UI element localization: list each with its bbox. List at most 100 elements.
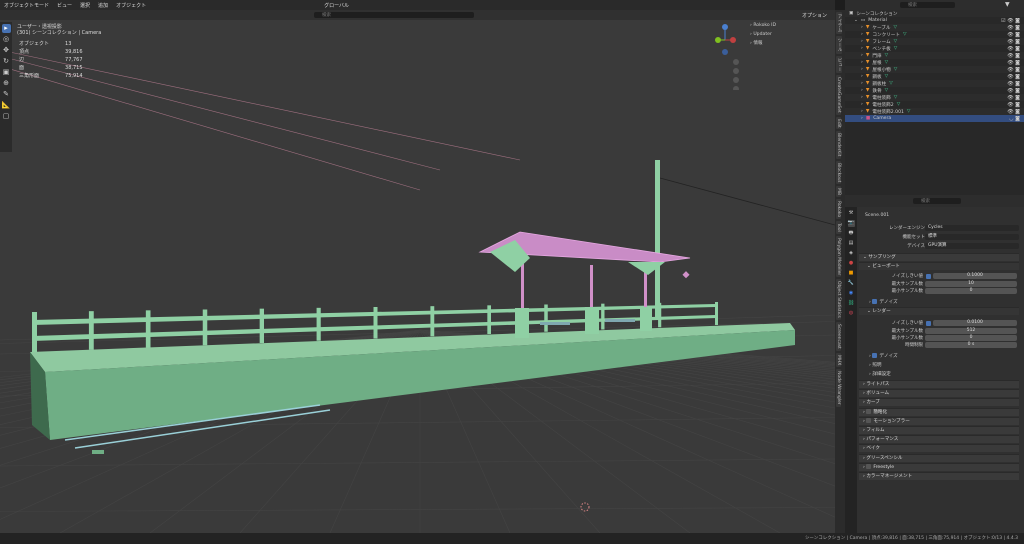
visibility-icon[interactable]: 👁 ◙ (1007, 53, 1020, 59)
mode-select[interactable]: オブジェクトモード (4, 2, 49, 9)
outliner-scene-collection[interactable]: ▣ シーンコレクション (845, 10, 1024, 17)
menu-view[interactable]: ビュー (57, 2, 72, 9)
panel-info[interactable]: › 情報 (750, 39, 776, 48)
outliner-item-camera[interactable]: › ■ Camera ◡ ◙ (845, 115, 1024, 122)
3d-viewport[interactable] (0, 0, 1024, 534)
outliner-collection[interactable]: ⌄ ▭ Material ☑ 👁 ◙ (845, 17, 1024, 24)
sidebar-tab[interactable]: ツール (836, 36, 842, 54)
subpanel-render[interactable]: ⌄ レンダー (859, 307, 1019, 315)
world-tab-icon[interactable]: ● (848, 260, 855, 267)
viewport-search[interactable]: 検索 (314, 12, 474, 18)
render-engine-select[interactable]: Cycles (925, 225, 1019, 231)
output-tab-icon[interactable]: 🖶 (848, 230, 855, 237)
outliner-item[interactable]: › ▼ 電柱装飾2.001 ▽ 👁 ◙ (845, 108, 1024, 115)
outliner-item[interactable]: › ▼ 屋根小物 ▽ 👁 ◙ (845, 66, 1024, 73)
transform-tool-icon[interactable]: ⊕ (2, 79, 11, 88)
options-button[interactable]: オプション (802, 12, 827, 19)
properties-panel[interactable]: › Freestyle (859, 462, 1019, 471)
view-layer-tab-icon[interactable]: ▤ (848, 240, 855, 247)
feature-set-select[interactable]: 標準 (925, 234, 1019, 240)
visibility-icon[interactable]: 👁 ◙ (1007, 32, 1020, 38)
visibility-icon[interactable]: ◡ ◙ (1009, 116, 1020, 122)
sidebar-tab[interactable]: Tool (836, 221, 841, 235)
add-cube-tool-icon[interactable]: ▢ (2, 112, 11, 121)
filter-icon[interactable]: ▼ (1005, 1, 1010, 8)
subpanel-lights[interactable]: › 照明 (869, 362, 882, 368)
properties-panel[interactable]: › ボリューム (859, 389, 1019, 398)
cursor-tool-icon[interactable]: ◎ (2, 35, 11, 44)
menu-add[interactable]: 追加 (98, 2, 108, 9)
measure-tool-icon[interactable]: 📐 (2, 101, 11, 110)
transform-orientation[interactable]: グローバル (324, 2, 349, 9)
outliner-item[interactable]: › ▼ 鋼板柱 ▽ 👁 ◙ (845, 80, 1024, 87)
visibility-icon[interactable]: 👁 ◙ (1007, 81, 1020, 87)
material-tab-icon[interactable]: ◍ (848, 310, 855, 317)
properties-panel[interactable]: › カラーマネージメント (859, 472, 1019, 480)
outliner-item[interactable]: › ▼ 鋼板 ▽ 👁 ◙ (845, 73, 1024, 80)
visibility-icon[interactable]: 👁 ◙ (1007, 95, 1020, 101)
visibility-icon[interactable]: 👁 ◙ (1007, 109, 1020, 115)
outliner-item[interactable]: › ▼ フレーム ▽ 👁 ◙ (845, 38, 1024, 45)
visibility-icon[interactable]: 👁 ◙ (1007, 25, 1020, 31)
properties-panel[interactable]: › グリースペンシル (859, 453, 1019, 462)
scene-tab-icon[interactable]: ◈ (848, 250, 855, 257)
r-max-field[interactable]: 512 (925, 328, 1017, 334)
render-tab-icon[interactable]: 📷 (847, 220, 855, 227)
visibility-icon[interactable]: 👁 ◙ (1007, 88, 1020, 94)
sidebar-tab[interactable]: Blockout (836, 160, 841, 185)
sidebar-tab[interactable]: CreateGameSet (836, 75, 841, 115)
outliner-item[interactable]: › ▼ 屋根 ▽ 👁 ◙ (845, 59, 1024, 66)
vp-min-field[interactable]: 0 (925, 288, 1017, 294)
vp-denoise-toggle[interactable]: › デノイズ (869, 299, 898, 305)
vp-noise-checkbox[interactable] (926, 273, 931, 279)
properties-panel[interactable]: › ベイク (859, 444, 1019, 453)
time-limit-field[interactable]: 0 s (925, 342, 1017, 348)
scale-tool-icon[interactable]: ▣ (2, 68, 11, 77)
r-denoise-toggle[interactable]: › デノイズ (869, 353, 898, 359)
properties-panel[interactable]: › カーブ (859, 398, 1019, 407)
properties-panel[interactable]: › 簡略化 (859, 407, 1019, 416)
properties-panel[interactable]: › フィルム (859, 426, 1019, 434)
outliner-item[interactable]: › ▼ ケーブル ▽ 👁 ◙ (845, 24, 1024, 31)
visibility-icon[interactable]: 👁 ◙ (1007, 60, 1020, 66)
panel-checkbox[interactable] (866, 408, 872, 414)
visibility-icon[interactable]: 👁 ◙ (1007, 67, 1020, 73)
visibility-icon[interactable]: ☑ 👁 ◙ (1001, 18, 1020, 24)
menu-select[interactable]: 選択 (80, 2, 90, 9)
vp-noise-field[interactable]: 0.1000 (933, 273, 1017, 279)
outliner-item[interactable]: › ▼ ベンチ板 ▽ 👁 ◙ (845, 45, 1024, 52)
visibility-icon[interactable]: 👁 ◙ (1007, 46, 1020, 52)
visibility-icon[interactable]: 👁 ◙ (1007, 39, 1020, 45)
select-tool-icon[interactable]: ▸ (1, 24, 11, 33)
outliner-item[interactable]: › ▼ 電柱装飾 ▽ 👁 ◙ (845, 94, 1024, 101)
sidebar-tab[interactable]: MHX (836, 352, 841, 368)
visibility-icon[interactable]: 👁 ◙ (1007, 102, 1020, 108)
sidebar-tab[interactable]: Object Statistics (836, 279, 841, 320)
panel-rokoko-id[interactable]: › Rokoko ID (750, 21, 776, 30)
subpanel-advanced[interactable]: › 詳細設定 (869, 371, 891, 377)
sidebar-tab[interactable]: ビュー (836, 55, 842, 73)
navigation-gizmo[interactable] (715, 20, 745, 92)
sidebar-tab[interactable]: Rokoko (836, 199, 841, 220)
sidebar-tab[interactable]: Screencast (836, 322, 841, 351)
sidebar-tab[interactable]: Node Wrangler (836, 369, 841, 407)
visibility-icon[interactable]: 👁 ◙ (1007, 74, 1020, 80)
modifier-tab-icon[interactable]: 🔧 (848, 280, 855, 287)
constraint-tab-icon[interactable]: ⛓ (848, 300, 855, 307)
tool-tab-icon[interactable]: ⚒ (848, 210, 855, 217)
panel-checkbox[interactable] (866, 417, 872, 423)
outliner-search[interactable]: 検索 (900, 2, 955, 8)
rotate-tool-icon[interactable]: ↻ (2, 57, 11, 66)
properties-panel[interactable]: › モーションブラー (859, 416, 1019, 425)
outliner-item[interactable]: › ▼ 門扉 ▽ 👁 ◙ (845, 52, 1024, 59)
panel-updater[interactable]: › Updater (750, 30, 776, 39)
properties-panel[interactable]: › パフォーマンス (859, 435, 1019, 444)
r-min-field[interactable]: 0 (925, 335, 1017, 341)
panel-sampling[interactable]: ⌄ サンプリング (859, 253, 1019, 261)
properties-search[interactable]: 検索 (913, 198, 961, 204)
r-noise-checkbox[interactable] (926, 320, 931, 326)
outliner-item[interactable]: › ▼ コンクリート ▽ 👁 ◙ (845, 31, 1024, 38)
sidebar-tab[interactable]: Edit (836, 116, 841, 130)
sidebar-tab[interactable]: MB (836, 186, 841, 198)
sidebar-tab[interactable]: Polygon Modeler (836, 236, 841, 278)
